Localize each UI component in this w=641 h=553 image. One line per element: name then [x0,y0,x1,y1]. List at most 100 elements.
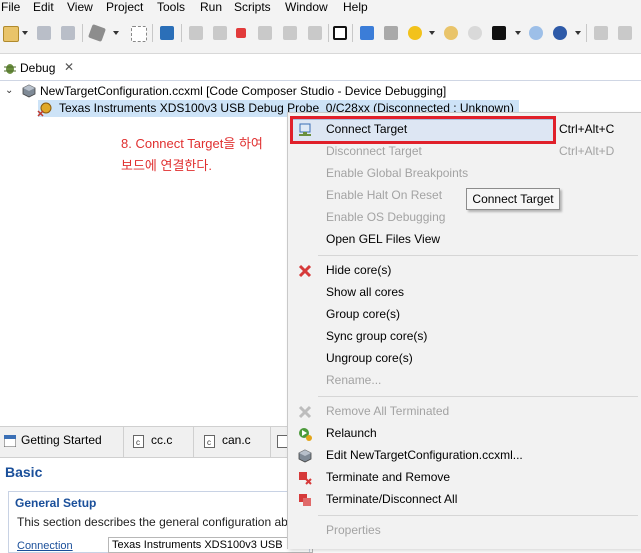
connection-link[interactable]: Connection [17,540,73,552]
menu-item-properties[interactable]: Properties [288,520,641,542]
svg-text:c: c [136,438,140,447]
probe-disconnected-icon [37,102,52,117]
select-icon[interactable] [131,26,147,42]
menu-run[interactable]: Run [200,0,222,15]
debug-reset-icon[interactable] [408,26,422,40]
menu-item-accelerator: Ctrl+Alt+D [559,144,615,158]
plugin-icon[interactable] [492,26,506,40]
menu-item-sync-group-cores[interactable]: Sync group core(s) [288,326,641,348]
save-all-icon[interactable] [61,26,75,40]
menu-edit[interactable]: Edit [33,0,54,15]
menu-item-show-all-cores[interactable]: Show all cores [288,282,641,304]
menu-item-label: Enable OS Debugging [326,210,446,224]
menu-scripts[interactable]: Scripts [234,0,271,15]
menu-item-label: Terminate/Disconnect All [326,492,458,506]
chevron-down-icon[interactable] [113,31,119,35]
terminate-remove-icon [299,472,312,485]
menu-item-hide-cores[interactable]: Hide core(s) [288,260,641,282]
getting-started-icon [4,435,16,447]
annotation-line-1: 8. Connect Target을 하여 [121,136,263,151]
tab-can-c[interactable]: can.c [222,433,251,447]
suspend-icon[interactable] [213,26,227,40]
menu-item-label: Group core(s) [326,307,401,321]
forward-icon[interactable] [618,26,632,40]
menu-item-label: Enable Halt On Reset [326,188,443,202]
profile-clock-icon[interactable] [444,26,458,40]
save-icon[interactable] [37,26,51,40]
terminal-icon[interactable] [160,26,174,40]
tooltip: Connect Target [466,188,560,210]
menu-item-accelerator: Ctrl+Alt+C [559,122,615,136]
tab-divider [193,427,194,457]
menu-project[interactable]: Project [106,0,143,15]
step-into-icon[interactable] [258,26,272,40]
chevron-down-icon[interactable] [515,31,521,35]
relaunch-icon [299,428,312,441]
watch-icon[interactable] [468,26,482,40]
edit-config-icon [298,449,312,463]
menu-item-remove-all-terminated[interactable]: Remove All Terminated [288,401,641,423]
menu-item-label: Hide core(s) [326,263,392,277]
terminate-icon[interactable] [236,28,246,38]
remove-all-terminated-icon [298,405,312,419]
menu-item-label: Open GEL Files View [326,232,441,246]
tab-cc-c[interactable]: cc.c [151,433,172,447]
bug-icon [4,64,16,74]
chevron-down-icon[interactable]: ⌄ [5,85,13,96]
menu-help[interactable]: Help [343,0,368,15]
menu-view[interactable]: View [67,0,93,15]
connection-select[interactable]: Texas Instruments XDS100v3 USB [108,537,313,553]
toolbar-separator [82,24,83,42]
context-menu: Connect Target Ctrl+Alt+C Disconnect Tar… [287,112,641,549]
menu-item-relaunch[interactable]: Relaunch [288,423,641,445]
instruction-annotation: 8. Connect Target을 하여 보드에 연결한다. [121,133,291,177]
close-icon[interactable]: ✕ [64,60,74,74]
chevron-down-icon[interactable] [22,31,28,35]
section-basic-title: Basic [5,464,43,480]
menu-item-rename[interactable]: Rename... [288,370,641,392]
menu-item-terminate-disconnect-all[interactable]: Terminate/Disconnect All [288,489,641,511]
breakpoint-icon[interactable] [553,26,567,40]
terminate-disconnect-all-icon [299,494,311,506]
toolbar-separator [328,24,329,42]
toolbar-separator [352,24,353,42]
resume-icon[interactable] [189,26,203,40]
menu-item-enable-os-debugging[interactable]: Enable OS Debugging [288,207,641,229]
menu-item-group-cores[interactable]: Group core(s) [288,304,641,326]
load-program-icon[interactable] [384,26,398,40]
tab-getting-started[interactable]: Getting Started [21,433,102,447]
menu-separator [318,255,638,256]
menu-item-open-gel-files-view[interactable]: Open GEL Files View [288,229,641,251]
back-icon[interactable] [594,26,608,40]
menu-item-label: Enable Global Breakpoints [326,166,469,180]
grid-icon[interactable] [333,26,347,40]
tab-divider [270,427,271,457]
step-return-icon[interactable] [308,26,322,40]
hide-core-icon [298,264,312,278]
menu-tools[interactable]: Tools [157,0,185,15]
tab-debug[interactable]: Debug ✕ [0,56,82,80]
menu-file[interactable]: File [1,0,20,15]
menu-item-edit-configuration[interactable]: Edit NewTargetConfiguration.ccxml... [288,445,641,467]
menu-item-label: Properties [326,523,381,537]
general-setup-description: This section describes the general confi… [17,515,288,529]
tree-item-configuration[interactable]: NewTargetConfiguration.ccxml [Code Compo… [40,84,446,98]
new-icon[interactable] [3,26,19,42]
menu-item-ungroup-cores[interactable]: Ungroup core(s) [288,348,641,370]
menu-item-label: Ungroup core(s) [326,351,413,365]
build-hammer-icon[interactable] [88,24,106,42]
step-over-icon[interactable] [283,26,297,40]
memory-icon[interactable] [529,26,543,40]
menu-item-terminate-and-remove[interactable]: Terminate and Remove [288,467,641,489]
tab-debug-label: Debug [20,61,56,75]
toolbar-separator [152,24,153,42]
menu-item-enable-global-breakpoints[interactable]: Enable Global Breakpoints [288,163,641,185]
connect-icon[interactable] [360,26,374,40]
chevron-down-icon[interactable] [429,31,435,35]
menu-item-disconnect-target[interactable]: Disconnect Target Ctrl+Alt+D [288,141,641,163]
menu-window[interactable]: Window [285,0,328,15]
svg-text:c: c [207,438,211,447]
menu-item-enable-halt-on-reset[interactable]: Enable Halt On Reset [288,185,641,207]
chevron-down-icon[interactable] [575,31,581,35]
debug-config-icon [22,84,36,98]
